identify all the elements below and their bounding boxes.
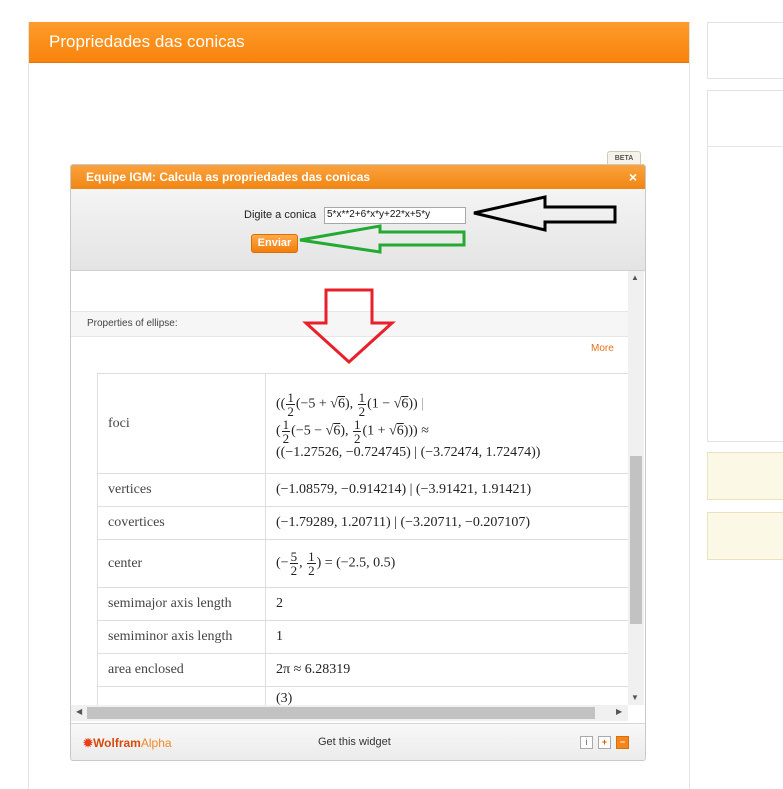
get-widget-link[interactable]: Get this widget xyxy=(318,736,391,748)
row-value: 1 xyxy=(265,620,628,654)
beta-badge: BETA xyxy=(607,151,641,165)
divider xyxy=(708,146,783,147)
post-title: Propriedades das conicas xyxy=(29,22,689,63)
scroll-thumb[interactable] xyxy=(630,456,642,624)
wolfram-widget: Equipe IGM: Calcula as propriedades das … xyxy=(70,164,646,761)
sidebar-panel xyxy=(707,452,783,500)
conic-input[interactable]: 5*x**2+6*x*y+22*x+5*y xyxy=(324,207,466,224)
foci-exact: ((1 2 (−5 + √6), 1 2 (1 − √6)) | (1 2 (−5 − √6… xyxy=(276,389,429,446)
table-row: (3) xyxy=(97,686,628,705)
horizontal-scrollbar[interactable]: ◀ ▶ xyxy=(71,705,628,721)
scroll-thumb[interactable] xyxy=(87,707,595,719)
minimize-icon[interactable]: − xyxy=(616,736,629,749)
row-key: vertices xyxy=(97,473,266,507)
row-value: ((1 2 (−5 + √6), 1 2 (1 − √6)) | (1 2 (−5 − √6… xyxy=(265,373,628,474)
scroll-left-icon[interactable]: ◀ xyxy=(76,707,82,716)
row-key xyxy=(97,686,266,705)
table-row: vertices (−1.08579, −0.914214) | (−3.914… xyxy=(97,473,628,507)
scroll-up-icon[interactable]: ▲ xyxy=(631,273,639,282)
plus-icon[interactable]: + xyxy=(598,736,611,749)
table-row: semiminor axis length 1 xyxy=(97,620,628,654)
input-label: Digite a conica xyxy=(244,209,317,221)
widget-title: Equipe IGM: Calcula as propriedades das … xyxy=(86,170,371,184)
pod-title-text: Properties of ellipse: xyxy=(87,318,178,329)
row-value: (3) xyxy=(265,686,628,705)
table-row: center (− 5 2, 1 2) = (−2.5, 0.5) xyxy=(97,539,628,588)
row-key: semimajor axis length xyxy=(97,587,266,621)
widget-form: Digite a conica 5*x**2+6*x*y+22*x+5*y En… xyxy=(71,189,645,271)
row-value: (−1.79289, 1.20711) | (−3.20711, −0.2071… xyxy=(265,506,628,540)
result-area: Properties of ellipse: More foci ((1 2 (−5… xyxy=(71,271,628,705)
row-key: area enclosed xyxy=(97,653,266,687)
foci-approx: ((−1.27526, −0.724745) | (−3.72474, 1.72… xyxy=(276,444,541,460)
spikey-icon: ✹ xyxy=(83,736,94,750)
row-key: semiminor axis length xyxy=(97,620,266,654)
row-key: center xyxy=(97,539,266,588)
info-icon[interactable]: i xyxy=(580,736,593,749)
close-icon[interactable]: × xyxy=(629,165,637,189)
table-row: semimajor axis length 2 xyxy=(97,587,628,621)
table-row: area enclosed 2π ≈ 6.28319 xyxy=(97,653,628,687)
scroll-down-icon[interactable]: ▼ xyxy=(631,693,639,702)
row-value: (− 5 2, 1 2) = (−2.5, 0.5) xyxy=(265,539,628,588)
wolfram-alpha-logo[interactable]: ✹WolframAlpha xyxy=(83,736,172,750)
table-row: covertices (−1.79289, 1.20711) | (−3.207… xyxy=(97,506,628,540)
row-value: (−1.08579, −0.914214) | (−3.91421, 1.914… xyxy=(265,473,628,507)
properties-table: foci ((1 2 (−5 + √6), 1 2 (1 − √6)) | (1 2 (−5… xyxy=(97,373,628,705)
row-key: foci xyxy=(97,373,266,474)
scroll-right-icon[interactable]: ▶ xyxy=(616,707,622,716)
row-value: 2 xyxy=(265,587,628,621)
vertical-scrollbar[interactable]: ▲ ▼ xyxy=(628,271,644,705)
widget-footer: ✹WolframAlpha Get this widget i + − xyxy=(71,723,645,760)
widget-title-bar: Equipe IGM: Calcula as propriedades das … xyxy=(71,165,645,189)
sidebar-panel xyxy=(707,22,783,79)
sidebar-panel xyxy=(707,512,783,560)
table-row: foci ((1 2 (−5 + √6), 1 2 (1 − √6)) | (1 2 (−5… xyxy=(97,373,628,474)
sidebar-panel xyxy=(707,90,783,442)
pod-title: Properties of ellipse: xyxy=(71,311,628,337)
submit-button[interactable]: Enviar xyxy=(251,234,298,253)
row-value: 2π ≈ 6.28319 xyxy=(265,653,628,687)
row-key: covertices xyxy=(97,506,266,540)
more-link[interactable]: More xyxy=(591,343,614,354)
